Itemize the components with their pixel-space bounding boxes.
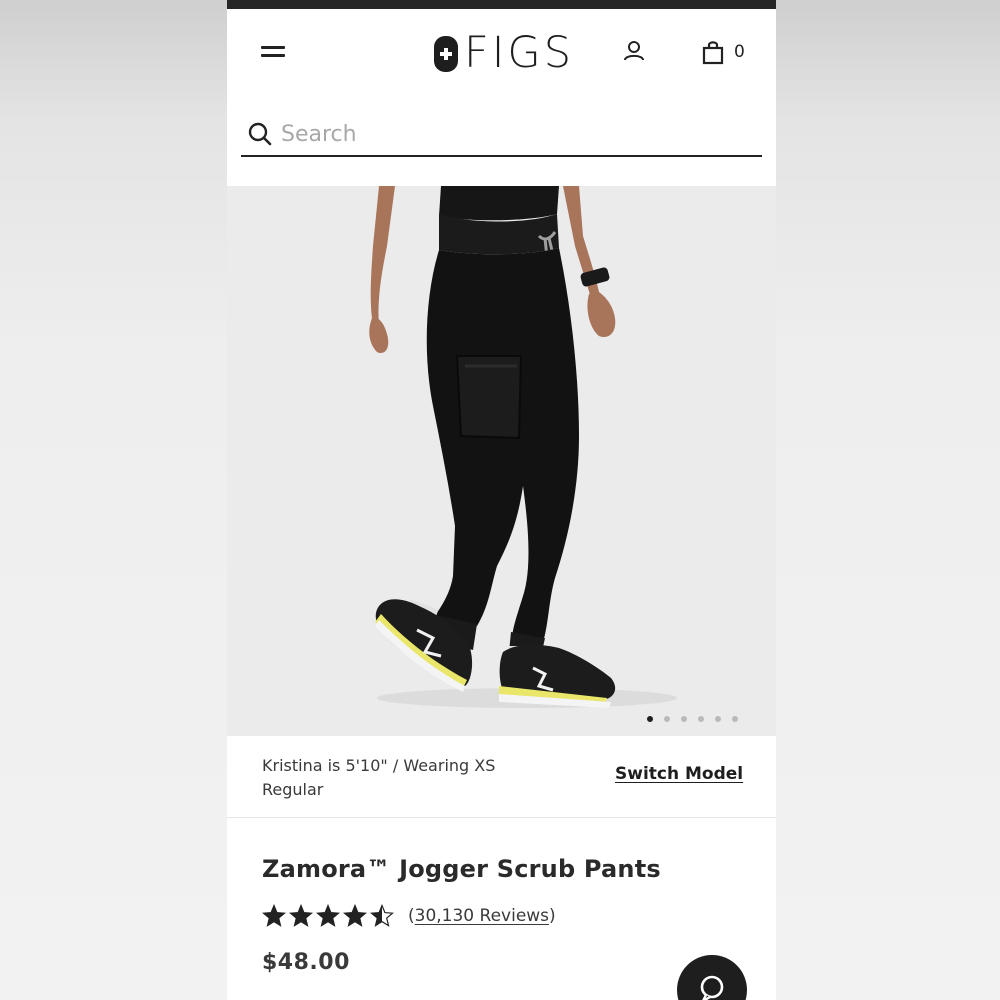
logo-text: FIGS [464,28,575,78]
chat-button[interactable] [677,955,747,1000]
mobile-page: FIGS 0 Search Kristina is 5'10" / Wearin… [227,0,776,1000]
reviews-count: 30,130 Reviews [414,906,550,926]
product-title: Zamora™ Jogger Scrub Pants [262,855,661,883]
search-icon[interactable] [248,122,272,146]
account-button[interactable] [622,39,646,63]
chat-bubble-icon [700,975,724,1000]
switch-model-link[interactable]: Switch Model [615,764,743,784]
carousel-dot[interactable] [681,716,687,722]
reviews-link[interactable]: (30,130 Reviews) [408,906,556,926]
carousel-dot[interactable] [732,716,738,722]
product-image[interactable] [227,186,776,736]
user-icon [624,41,644,61]
shopping-bag-icon [702,41,724,65]
background-right [776,0,1000,1000]
carousel-dot[interactable] [715,716,721,722]
product-details: Zamora™ Jogger Scrub Pants (30,130 Revie… [227,819,776,1000]
search-input[interactable] [281,117,751,151]
star-icon [262,904,286,927]
hamburger-menu-icon [261,46,285,49]
cross-logo-icon [434,36,458,72]
background-left [0,0,227,1000]
star-icon [316,904,340,927]
model-photo [369,186,677,708]
carousel-dots [647,716,738,724]
model-info: Kristina is 5'10" / Wearing XS Regular S… [227,736,776,818]
site-header: FIGS 0 [227,9,776,97]
search-bar [241,105,762,157]
product-rating: (30,130 Reviews) [262,903,556,929]
star-rating[interactable] [262,904,396,928]
product-price: $48.00 [262,950,350,975]
carousel-dot[interactable] [647,716,653,722]
figs-logo[interactable]: FIGS [434,29,574,77]
carousel-dot[interactable] [664,716,670,722]
star-icon [370,904,394,927]
model-size-text: Kristina is 5'10" / Wearing XS Regular [262,756,496,799]
carousel-dot[interactable] [698,716,704,722]
star-icon [289,904,313,927]
star-icon [343,904,367,927]
cart-count: 0 [734,42,745,62]
cart-button[interactable]: 0 [701,39,751,65]
menu-button[interactable] [261,43,287,63]
status-bar [227,0,776,9]
